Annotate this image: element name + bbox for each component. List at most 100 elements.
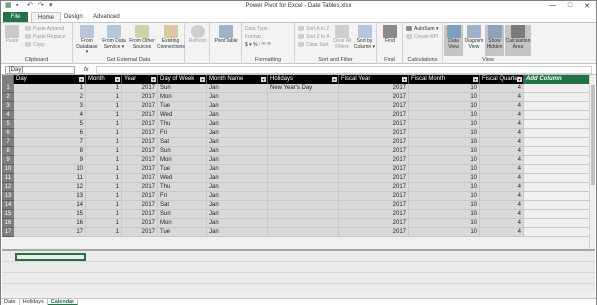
find-button[interactable]: Find	[379, 25, 401, 45]
tab-file[interactable]: File	[3, 12, 28, 22]
filter-dropdown-icon[interactable]: ▾	[402, 77, 407, 82]
sort-z-to-a-button[interactable]: Sort Z to A	[298, 34, 330, 40]
cell-day[interactable]: 13	[14, 192, 86, 201]
cell-day-of-week[interactable]: Mon	[158, 93, 207, 102]
row-header[interactable]: 12	[2, 183, 14, 192]
cell-day[interactable]: 12	[14, 183, 86, 192]
cell-holidays[interactable]	[268, 192, 339, 201]
cell-fiscal-year[interactable]: 2017	[339, 228, 409, 237]
cell-month-name[interactable]: Jan	[207, 111, 268, 120]
row-header[interactable]: 16	[2, 219, 14, 228]
filter-dropdown-icon[interactable]: ▾	[151, 77, 156, 82]
cell-year[interactable]: 2017	[122, 93, 158, 102]
cell-fiscal-quarter[interactable]: 4	[480, 120, 524, 129]
cell-month[interactable]: 1	[86, 174, 122, 183]
maximize-button[interactable]: □	[568, 2, 572, 10]
cell-fiscal-quarter[interactable]: 4	[480, 102, 524, 111]
cell-fiscal-month[interactable]: 10	[409, 219, 480, 228]
table-row[interactable]: 17 17 1 2017 Tue Jan 2017 10 4	[2, 228, 595, 237]
cell-year[interactable]: 2017	[122, 174, 158, 183]
cell-fiscal-month[interactable]: 10	[409, 228, 480, 237]
cell-fiscal-month[interactable]: 10	[409, 174, 480, 183]
cell-fiscal-quarter[interactable]: 4	[480, 219, 524, 228]
minimize-button[interactable]: —	[549, 2, 556, 10]
cell-year[interactable]: 2017	[122, 201, 158, 210]
cell-fiscal-quarter[interactable]: 4	[480, 174, 524, 183]
cell-month-name[interactable]: Jan	[207, 138, 268, 147]
table-row[interactable]: 6 6 1 2017 Fri Jan 2017 10 4	[2, 129, 595, 138]
cell-day[interactable]: 10	[14, 165, 86, 174]
show-hidden-button[interactable]: Show Hidden	[485, 25, 504, 56]
cell-fiscal-year[interactable]: 2017	[339, 129, 409, 138]
cell-fiscal-year[interactable]: 2017	[339, 111, 409, 120]
cell-day[interactable]: 17	[14, 228, 86, 237]
cell-fiscal-quarter[interactable]: 4	[480, 192, 524, 201]
table-row[interactable]: 15 15 1 2017 Sun Jan 2017 10 4	[2, 210, 595, 219]
formula-input[interactable]	[96, 66, 592, 74]
cell-year[interactable]: 2017	[122, 210, 158, 219]
cell-month-name[interactable]: Jan	[207, 183, 268, 192]
table-row[interactable]: 3 3 1 2017 Tue Jan 2017 10 4	[2, 102, 595, 111]
cell-day-of-week[interactable]: Wed	[158, 174, 207, 183]
selected-calc-cell[interactable]	[15, 253, 86, 261]
cell-year[interactable]: 2017	[122, 102, 158, 111]
refresh-button[interactable]: Refresh	[186, 25, 209, 45]
cell-month[interactable]: 1	[86, 93, 122, 102]
filter-dropdown-icon[interactable]: ▾	[79, 77, 84, 82]
cell-day-of-week[interactable]: Sat	[158, 138, 207, 147]
table-row[interactable]: 5 5 1 2017 Thu Jan 2017 10 4	[2, 120, 595, 129]
cell-add-column[interactable]	[524, 129, 589, 138]
cell-day[interactable]: 16	[14, 219, 86, 228]
cell-month[interactable]: 1	[86, 228, 122, 237]
row-header[interactable]: 17	[2, 228, 14, 237]
cell-holidays[interactable]	[268, 147, 339, 156]
cell-fiscal-quarter[interactable]: 4	[480, 156, 524, 165]
filter-dropdown-icon[interactable]: ▾	[200, 77, 205, 82]
cell-fiscal-quarter[interactable]: 4	[480, 147, 524, 156]
from-database-button[interactable]: From Database ▾	[75, 25, 99, 56]
cell-fiscal-quarter[interactable]: 4	[480, 111, 524, 120]
cell-fiscal-year[interactable]: 2017	[339, 165, 409, 174]
cell-holidays[interactable]	[268, 93, 339, 102]
cell-month-name[interactable]: Jan	[207, 201, 268, 210]
cell-day-of-week[interactable]: Sun	[158, 210, 207, 219]
vertical-scrollbar[interactable]	[589, 75, 595, 249]
cell-fiscal-month[interactable]: 10	[409, 165, 480, 174]
cell-fiscal-year[interactable]: 2017	[339, 147, 409, 156]
cell-month[interactable]: 1	[86, 201, 122, 210]
cell-year[interactable]: 2017	[122, 228, 158, 237]
cell-fiscal-year[interactable]: 2017	[339, 120, 409, 129]
create-kpi-button[interactable]: Create KPI	[406, 34, 438, 40]
sheet-tab-calendar[interactable]: Calendar	[47, 299, 79, 305]
cell-fiscal-month[interactable]: 10	[409, 111, 480, 120]
tab-design[interactable]: Design	[58, 12, 89, 22]
cell-month[interactable]: 1	[86, 156, 122, 165]
column-header-month[interactable]: Month ▾	[86, 75, 122, 84]
table-row[interactable]: 14 14 1 2017 Sat Jan 2017 10 4	[2, 201, 595, 210]
cell-fiscal-year[interactable]: 2017	[339, 192, 409, 201]
cell-day-of-week[interactable]: Sat	[158, 201, 207, 210]
cell-add-column[interactable]	[524, 120, 589, 129]
cell-holidays[interactable]	[268, 156, 339, 165]
cell-add-column[interactable]	[524, 192, 589, 201]
table-row[interactable]: 16 16 1 2017 Mon Jan 2017 10 4	[2, 219, 595, 228]
cell-month[interactable]: 1	[86, 84, 122, 93]
cell-add-column[interactable]	[524, 93, 589, 102]
calculation-area-button[interactable]: Calculation Area	[505, 25, 531, 56]
cell-add-column[interactable]	[524, 147, 589, 156]
cell-day-of-week[interactable]: Fri	[158, 192, 207, 201]
cell-fiscal-quarter[interactable]: 4	[480, 201, 524, 210]
cell-add-column[interactable]	[524, 210, 589, 219]
cell-day[interactable]: 4	[14, 111, 86, 120]
cell-fiscal-year[interactable]: 2017	[339, 156, 409, 165]
cell-year[interactable]: 2017	[122, 147, 158, 156]
cell-month-name[interactable]: Jan	[207, 219, 268, 228]
clear-all-filters-button[interactable]: Clear All Filters	[332, 25, 352, 50]
column-header-holidays[interactable]: Holidays ▾	[268, 75, 339, 84]
cell-fiscal-quarter[interactable]: 4	[480, 183, 524, 192]
cell-day[interactable]: 11	[14, 174, 86, 183]
cell-fiscal-month[interactable]: 10	[409, 210, 480, 219]
tab-home[interactable]: Home	[31, 12, 62, 22]
cell-fiscal-year[interactable]: 2017	[339, 183, 409, 192]
cell-year[interactable]: 2017	[122, 192, 158, 201]
